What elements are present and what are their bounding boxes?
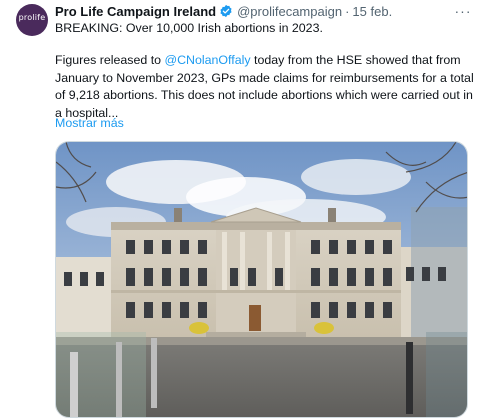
- separator-dot: ·: [345, 3, 350, 19]
- author-name[interactable]: Pro Life Campaign Ireland: [55, 4, 216, 19]
- tweet-body-text: Figures released to: [55, 53, 165, 67]
- verified-badge-icon: [219, 4, 233, 18]
- avatar-logo-text: prolife: [18, 12, 46, 22]
- leinster-house-photo: [56, 142, 467, 417]
- author-handle[interactable]: @prolifecampaign: [237, 4, 342, 19]
- show-more-link[interactable]: Mostrar más: [55, 116, 124, 130]
- tweet-headline: BREAKING: Over 10,000 Irish abortions in…: [55, 21, 323, 35]
- mention-link[interactable]: @CNolanOffaly: [165, 53, 251, 67]
- avatar[interactable]: prolife ​: [16, 4, 48, 36]
- tweet-photo[interactable]: [55, 141, 468, 418]
- tweet-body: Figures released to @CNolanOffaly today …: [55, 52, 475, 122]
- tweet-header: Pro Life Campaign Ireland @prolifecampai…: [55, 2, 462, 20]
- more-options-icon[interactable]: ···: [454, 3, 472, 19]
- tweet[interactable]: prolife ​ Pro Life Campaign Ireland @pro…: [0, 0, 492, 420]
- tweet-date[interactable]: 15 feb.: [352, 4, 392, 19]
